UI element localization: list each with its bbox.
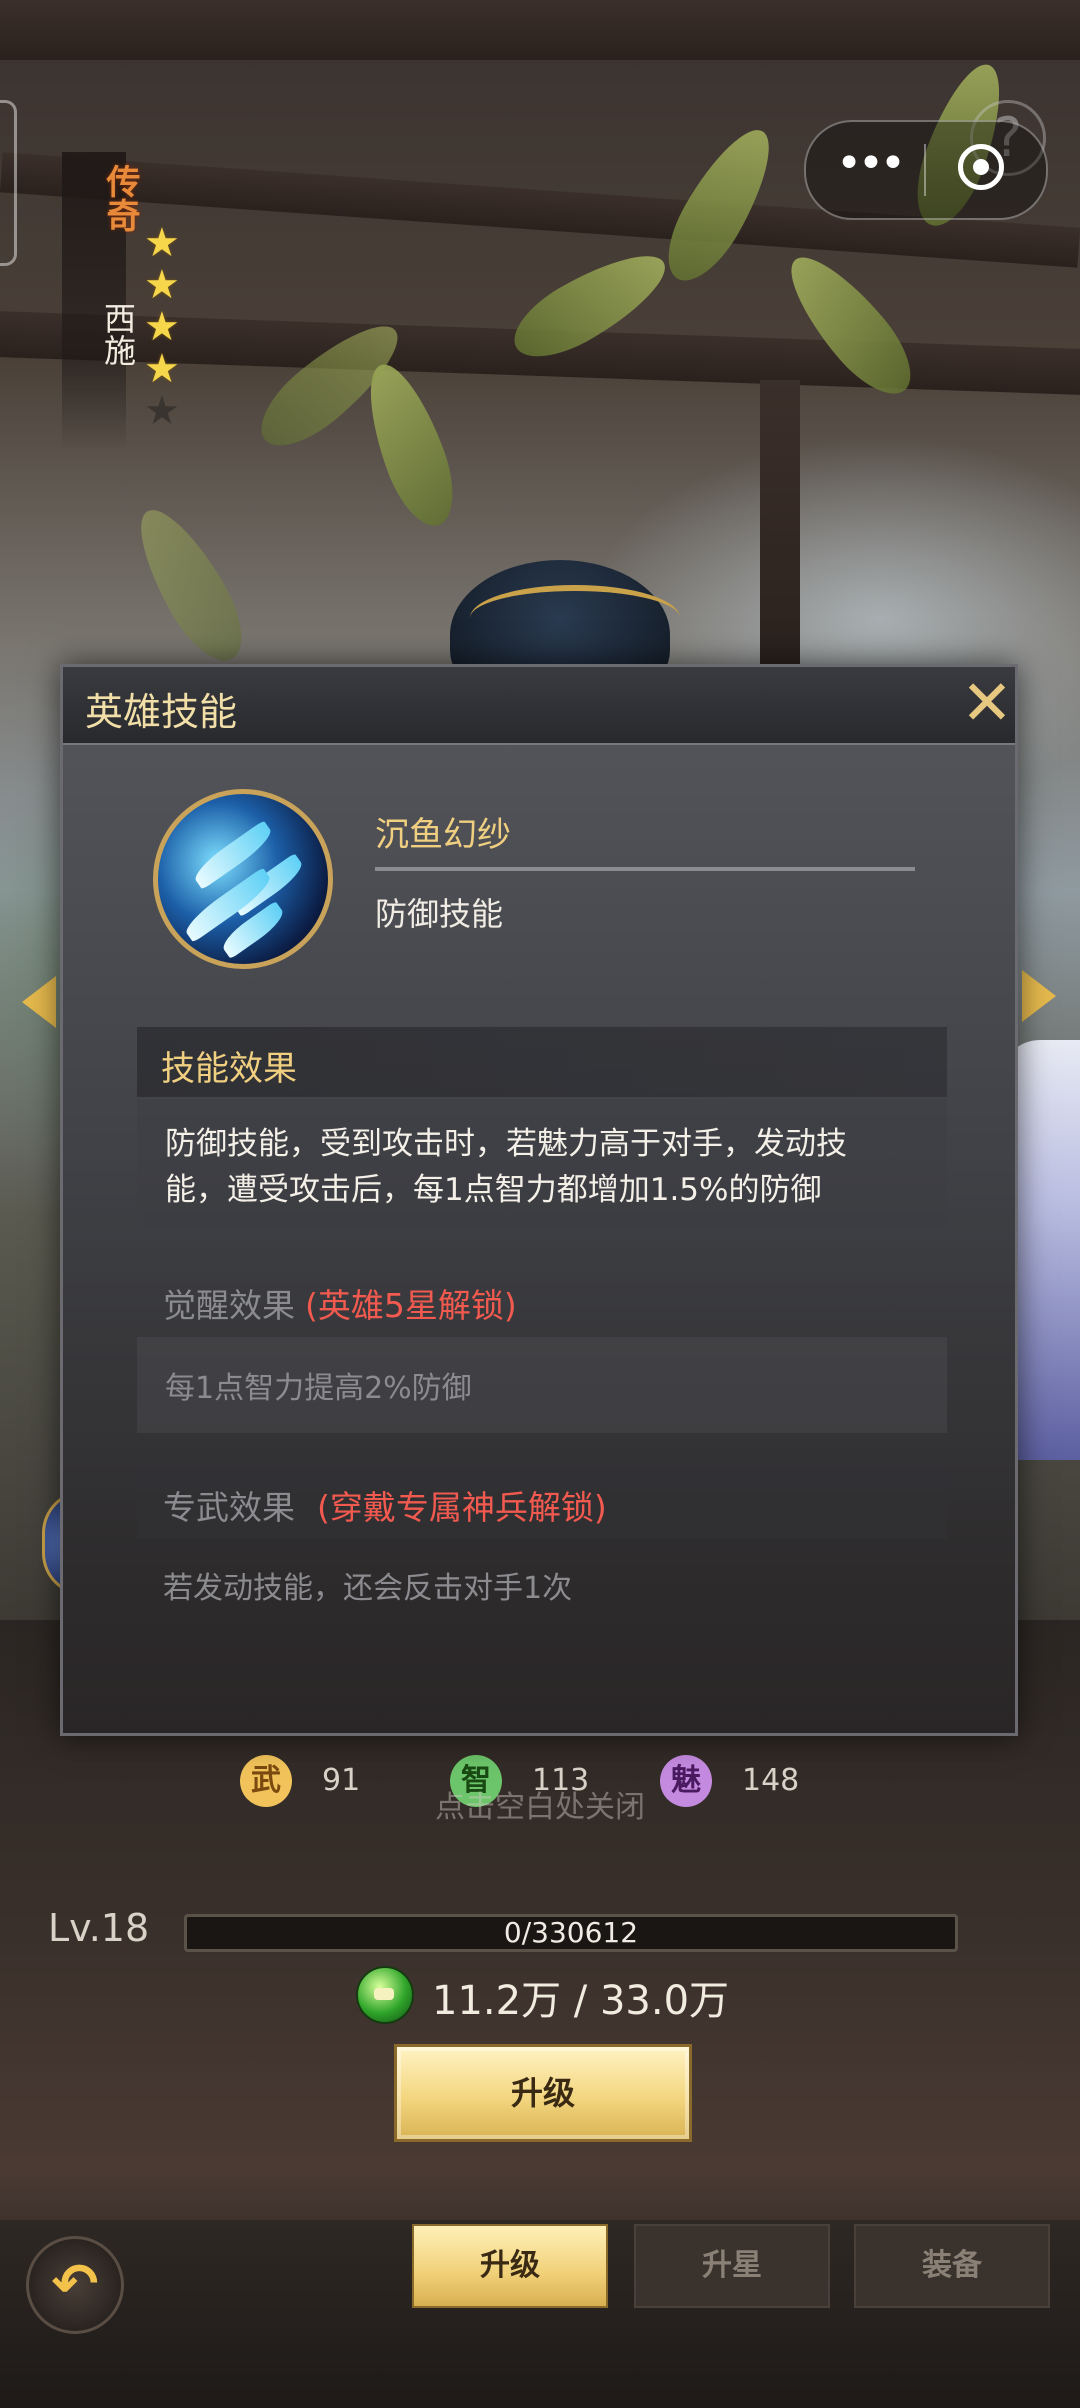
modal-header: 英雄技能 ✕ bbox=[63, 667, 1015, 745]
awakening-lock-condition: (英雄5星解锁) bbox=[305, 1286, 517, 1325]
modal-title: 英雄技能 bbox=[85, 690, 238, 734]
more-options-icon[interactable]: ••• bbox=[834, 142, 906, 194]
skill-name: 沉鱼幻纱 bbox=[375, 815, 511, 855]
hero-rarity: 传奇 bbox=[100, 164, 140, 232]
xp-progress-bar: 0/330612 bbox=[184, 1914, 958, 1952]
exclusive-weapon-lock-condition: (穿戴专属神兵解锁) bbox=[317, 1488, 607, 1527]
exclusive-weapon-text: 若发动技能，还会反击对手1次 bbox=[163, 1571, 573, 1606]
exclusive-weapon-title: 专武效果 bbox=[163, 1488, 295, 1527]
skill-type: 防御技能 bbox=[375, 895, 504, 933]
tab-upgrade[interactable]: 升级 bbox=[412, 2224, 608, 2308]
skill-effect-header: 技能效果 bbox=[137, 1027, 947, 1097]
tap-to-close-hint: 点击空白处关闭 bbox=[435, 1790, 645, 1825]
mini-program-capsule: ••• bbox=[804, 120, 1048, 220]
star-empty-icon: ★ bbox=[144, 388, 180, 434]
skill-effect-title: 技能效果 bbox=[161, 1049, 297, 1089]
skill-icon bbox=[153, 789, 333, 969]
star-icon: ★ bbox=[144, 262, 180, 308]
xp-text: 0/330612 bbox=[503, 1916, 639, 1949]
divider bbox=[375, 867, 915, 871]
awakening-effect-header: 觉醒效果 (英雄5星解锁) bbox=[163, 1279, 517, 1327]
upgrade-cost: 11.2万 / 33.0万 bbox=[432, 1978, 730, 2024]
hero-skill-modal: 英雄技能 ✕ 沉鱼幻纱 防御技能 技能效果 防御技能，受到攻击时，若魅力高于对手… bbox=[60, 664, 1018, 1736]
exclusive-weapon-title-row: 专武效果 (穿戴专属神兵解锁) bbox=[163, 1481, 607, 1529]
close-miniprogram-icon[interactable] bbox=[958, 144, 1004, 190]
hero-name-banner: 传奇 西施 bbox=[62, 152, 140, 452]
star-icon: ★ bbox=[144, 346, 180, 392]
tab-star-up[interactable]: 升星 bbox=[634, 2224, 830, 2308]
upgrade-button[interactable]: 升级 bbox=[394, 2044, 692, 2142]
silver-coin-icon bbox=[356, 1966, 414, 2024]
hero-name: 西施 bbox=[99, 302, 137, 366]
hero-hair-ornament bbox=[470, 585, 680, 651]
pillar bbox=[760, 380, 800, 680]
next-hero-arrow-icon[interactable] bbox=[1022, 970, 1056, 1022]
left-edge-tab bbox=[0, 100, 17, 266]
skill-effect-text: 防御技能，受到攻击时，若魅力高于对手，发动技能，遭受攻击后，每1点智力都增加1.… bbox=[165, 1126, 847, 1208]
roof-beam bbox=[0, 0, 1080, 60]
prev-hero-arrow-icon[interactable] bbox=[22, 976, 56, 1028]
hero-star-rating: ★ ★ ★ ★ ★ bbox=[144, 222, 194, 432]
awakening-effect-title: 觉醒效果 bbox=[163, 1286, 295, 1325]
skill-effect-box: 防御技能，受到攻击时，若魅力高于对手，发动技能，遭受攻击后，每1点智力都增加1.… bbox=[137, 1099, 947, 1227]
tab-equipment[interactable]: 装备 bbox=[854, 2224, 1050, 2308]
exclusive-weapon-header: 专武效果 (穿戴专属神兵解锁) bbox=[137, 1467, 947, 1539]
awakening-effect-box: 每1点智力提高2%防御 bbox=[137, 1337, 947, 1433]
star-icon: ★ bbox=[144, 304, 180, 350]
bamboo-leaf bbox=[121, 496, 259, 674]
capsule-divider bbox=[924, 144, 926, 196]
star-icon: ★ bbox=[144, 220, 180, 266]
awakening-effect-text: 每1点智力提高2%防御 bbox=[165, 1371, 472, 1406]
close-icon[interactable]: ✕ bbox=[955, 671, 1019, 735]
hero-level: Lv.18 bbox=[48, 1906, 150, 1950]
back-arrow-icon[interactable]: ↶ bbox=[26, 2236, 124, 2334]
